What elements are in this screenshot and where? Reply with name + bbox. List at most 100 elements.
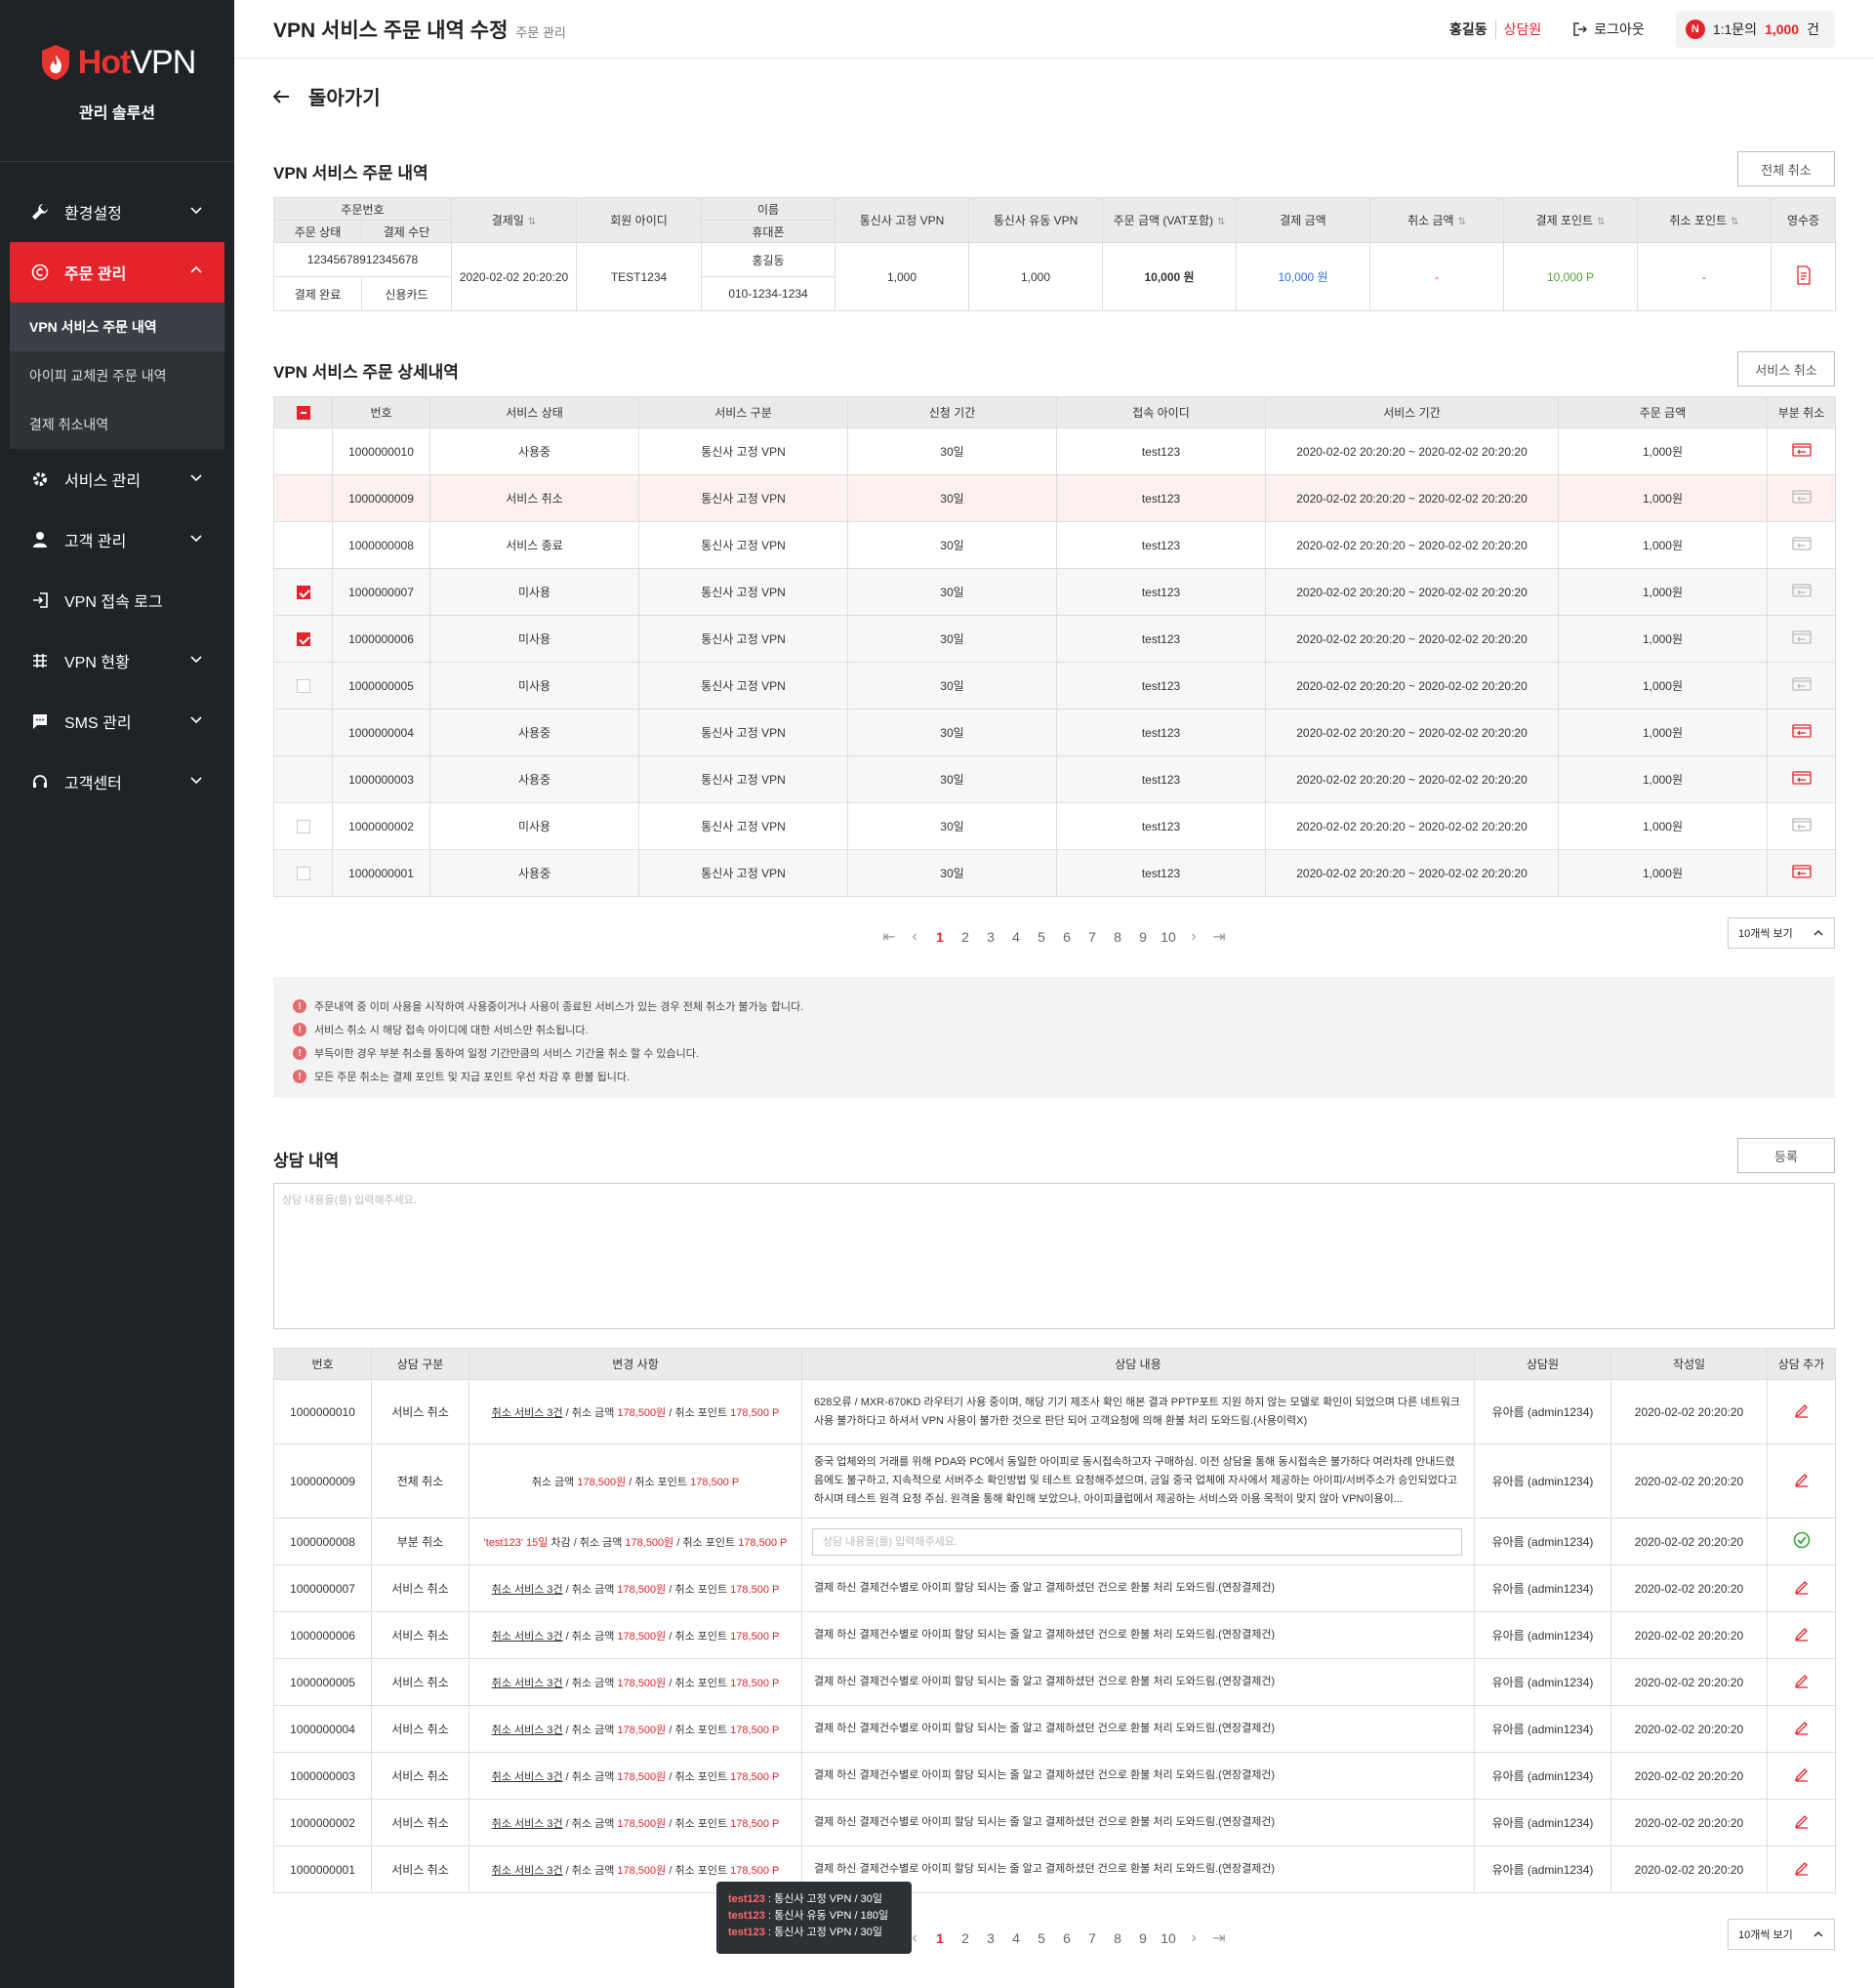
top-right: 홍길동 상담원 로그아웃 N 1:1문의 1,000 건	[1449, 10, 1835, 48]
cancel-service-button[interactable]: 서비스 취소	[1737, 351, 1835, 386]
sidebar-item-vpn-status[interactable]: VPN 현황	[10, 630, 224, 691]
partial-cancel-icon[interactable]	[1767, 427, 1836, 475]
cancel-services-link[interactable]: 취소 서비스 3건	[492, 1407, 563, 1419]
partial-cancel-icon[interactable]	[1767, 849, 1836, 897]
page-1[interactable]: 1	[927, 929, 953, 945]
cancel-services-link[interactable]: 취소 서비스 3건	[492, 1584, 563, 1596]
consult-content: 결제 하신 결제건수별로 아이피 할당 되시는 줄 알고 결제하셨던 건으로 환…	[801, 1658, 1475, 1706]
cancel-services-link[interactable]: 취소 서비스 3건	[492, 1631, 563, 1643]
sidebar-item-orders[interactable]: 주문 관리	[10, 242, 224, 303]
partial-cancel-icon[interactable]	[1767, 568, 1836, 616]
first-page-icon[interactable]: ⇤	[876, 927, 902, 947]
subnav-payment-cancel[interactable]: 결제 취소내역	[10, 400, 224, 449]
consult-content-cell[interactable]: 상담 내용을(를) 입력해주세요.	[801, 1518, 1475, 1565]
sidebar-item-vpn-log[interactable]: VPN 접속 로그	[10, 570, 224, 630]
consult-agent: 유아름 (admin1234)	[1474, 1846, 1611, 1893]
cancel-all-button[interactable]: 전체 취소	[1737, 151, 1835, 186]
select-all-checkbox[interactable]	[273, 396, 333, 428]
sort-icon: ⇅	[1597, 217, 1606, 227]
th-order-no: 주문번호	[272, 197, 453, 221]
page-8[interactable]: 8	[1105, 929, 1130, 945]
page-5[interactable]: 5	[1029, 1930, 1054, 1946]
page-9[interactable]: 9	[1130, 1930, 1156, 1946]
page-1[interactable]: 1	[927, 1930, 953, 1946]
partial-cancel-icon[interactable]	[1767, 521, 1836, 569]
subnav-ip-orders[interactable]: 아이피 교체권 주문 내역	[10, 351, 224, 400]
last-page-icon[interactable]: ⇥	[1206, 1928, 1232, 1948]
edit-icon[interactable]	[1767, 1564, 1836, 1612]
sidebar-item-settings[interactable]: 환경설정	[10, 182, 224, 242]
row-checkbox[interactable]	[273, 615, 333, 663]
edit-icon[interactable]	[1767, 1379, 1836, 1444]
page-2[interactable]: 2	[953, 1930, 978, 1946]
edit-icon[interactable]	[1767, 1752, 1836, 1800]
th-order-amount[interactable]: 주문 금액 (VAT포함) ⇅	[1102, 197, 1238, 243]
cancel-services-link[interactable]: 취소 서비스 3건	[492, 1678, 563, 1689]
page-6[interactable]: 6	[1054, 1930, 1080, 1946]
page-10[interactable]: 10	[1156, 1930, 1181, 1946]
row-checkbox[interactable]	[273, 568, 333, 616]
page-3[interactable]: 3	[978, 1930, 1003, 1946]
prev-page-icon[interactable]: ‹	[902, 928, 927, 946]
partial-cancel-icon[interactable]	[1767, 709, 1836, 756]
consult-inline-input[interactable]: 상담 내용을(를) 입력해주세요.	[812, 1527, 1462, 1556]
page-3[interactable]: 3	[978, 929, 1003, 945]
sidebar-item-customers[interactable]: 고객 관리	[10, 509, 224, 570]
th-cancel-point[interactable]: 취소 포인트 ⇅	[1637, 197, 1772, 243]
page-9[interactable]: 9	[1130, 929, 1156, 945]
edit-icon[interactable]	[1767, 1799, 1836, 1846]
fixed-vpn: 1,000	[835, 242, 970, 311]
next-page-icon[interactable]: ›	[1181, 1929, 1206, 1947]
page-4[interactable]: 4	[1003, 1930, 1029, 1946]
row-checkbox[interactable]	[273, 849, 333, 897]
th-pay-point[interactable]: 결제 포인트 ⇅	[1503, 197, 1639, 243]
consult-no: 1000000010	[273, 1379, 372, 1444]
register-button[interactable]: 등록	[1737, 1138, 1835, 1173]
th-service-type: 서비스 구분	[638, 396, 848, 428]
edit-icon[interactable]	[1767, 1846, 1836, 1893]
partial-cancel-icon[interactable]	[1767, 662, 1836, 710]
edit-icon[interactable]	[1767, 1443, 1836, 1519]
page-6[interactable]: 6	[1054, 929, 1080, 945]
receipt-icon[interactable]	[1771, 242, 1837, 311]
partial-cancel-icon[interactable]	[1767, 802, 1836, 850]
partial-cancel-icon[interactable]	[1767, 615, 1836, 663]
logo[interactable]: Hot VPN	[0, 43, 234, 82]
logout-button[interactable]: 로그아웃	[1572, 20, 1645, 39]
back-button[interactable]: 돌아가기	[271, 82, 381, 110]
page-8[interactable]: 8	[1105, 1930, 1130, 1946]
sidebar-item-services[interactable]: 서비스 관리	[10, 449, 224, 509]
row-checkbox[interactable]	[273, 802, 333, 850]
row-checkbox[interactable]	[273, 662, 333, 710]
sidebar-item-sms[interactable]: SMS 관리	[10, 691, 224, 751]
page-5[interactable]: 5	[1029, 929, 1054, 945]
consult-textarea[interactable]: 상담 내용을(를) 입력해주세요.	[273, 1183, 1835, 1329]
consult-type: 서비스 취소	[371, 1799, 469, 1846]
edit-icon[interactable]	[1767, 1611, 1836, 1659]
partial-cancel-icon[interactable]	[1767, 755, 1836, 803]
inquiry-button[interactable]: N 1:1문의 1,000 건	[1675, 10, 1835, 48]
edit-icon[interactable]	[1767, 1705, 1836, 1753]
page-10[interactable]: 10	[1156, 929, 1181, 945]
page-7[interactable]: 7	[1080, 1930, 1105, 1946]
page-7[interactable]: 7	[1080, 929, 1105, 945]
last-page-icon[interactable]: ⇥	[1206, 927, 1232, 947]
th-cancel-amount[interactable]: 취소 금액 ⇅	[1369, 197, 1505, 243]
th-pay-date[interactable]: 결제일 ⇅	[451, 197, 578, 243]
next-page-icon[interactable]: ›	[1181, 928, 1206, 946]
page-2[interactable]: 2	[953, 929, 978, 945]
cancel-services-link[interactable]: 취소 서비스 3건	[492, 1724, 563, 1736]
sidebar-item-support[interactable]: 고객센터	[10, 751, 224, 812]
per-page-select[interactable]: 10개씩 보기	[1728, 917, 1835, 949]
row-no: 1000000002	[332, 802, 430, 850]
partial-cancel-icon[interactable]	[1767, 474, 1836, 522]
confirm-check-icon[interactable]	[1767, 1518, 1836, 1565]
per-page-select[interactable]: 10개씩 보기	[1728, 1919, 1835, 1950]
subnav-vpn-orders[interactable]: VPN 서비스 주문 내역	[10, 303, 224, 351]
cancel-services-link[interactable]: 취소 서비스 3건	[492, 1818, 563, 1830]
edit-icon[interactable]	[1767, 1658, 1836, 1706]
page-4[interactable]: 4	[1003, 929, 1029, 945]
cancel-services-link[interactable]: 취소 서비스 3건	[492, 1865, 563, 1877]
cancel-services-link[interactable]: 취소 서비스 3건	[492, 1771, 563, 1783]
row-checkbox	[273, 474, 333, 522]
